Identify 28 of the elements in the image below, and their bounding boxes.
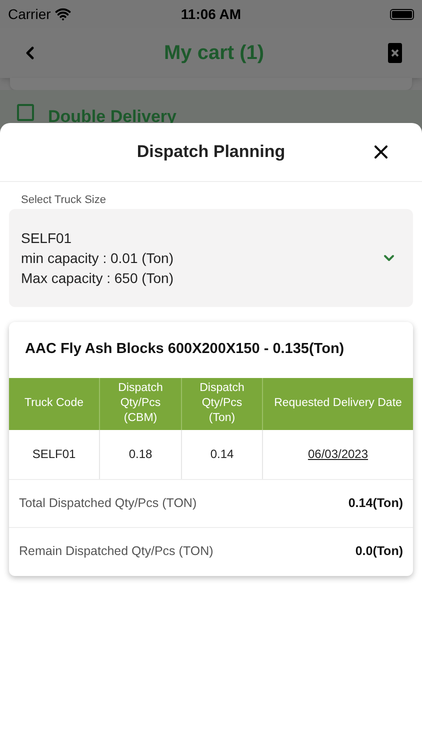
- column-header: Truck Code: [23, 396, 84, 411]
- total-value: 0.0(Ton): [355, 543, 403, 560]
- double-delivery-label: Double Delivery: [48, 106, 176, 128]
- column-header: Dispatch Qty/Pcs (CBM): [117, 381, 164, 426]
- total-value: 0.14(Ton): [348, 494, 403, 512]
- truck-size-line: min capacity : 0.01 (Ton): [21, 248, 174, 268]
- truck-size-dropdown[interactable]: SELF01 min capacity : 0.01 (Ton) Max capacity : 650 (Ton): [9, 208, 413, 306]
- total-label: Remain Dispatched Qty/Pcs (TON): [19, 543, 214, 560]
- table-cell-text: 0.18: [128, 446, 152, 463]
- wifi-icon: [54, 6, 71, 22]
- carrier-label: Carrier: [8, 4, 51, 24]
- product-title: AAC Fly Ash Blocks 600X200X150 - 0.135(Ton): [25, 340, 344, 359]
- truck-size-line: SELF01: [21, 228, 73, 248]
- checkbox[interactable]: [17, 104, 34, 121]
- table-cell-text: SELF01: [32, 446, 76, 463]
- battery-icon: [390, 8, 414, 20]
- header-title: My cart (1): [164, 41, 264, 66]
- column-header: Dispatch Qty/Pcs (Ton): [198, 381, 246, 426]
- x-icon: [391, 49, 399, 57]
- total-label: Total Dispatched Qty/Pcs (TON): [19, 494, 197, 512]
- date-link[interactable]: 06/03/2023: [308, 445, 368, 463]
- sheet-title: Dispatch Planning: [136, 141, 286, 164]
- column-header: Requested Delivery Date: [273, 396, 403, 411]
- delete-cart-button[interactable]: [388, 43, 402, 63]
- truck-size-line: Max capacity : 650 (Ton): [21, 268, 174, 288]
- truck-size-label: Select Truck Size: [20, 193, 107, 208]
- table-cell-text: 0.14: [210, 446, 234, 463]
- status-time: 11:06 AM: [180, 4, 242, 24]
